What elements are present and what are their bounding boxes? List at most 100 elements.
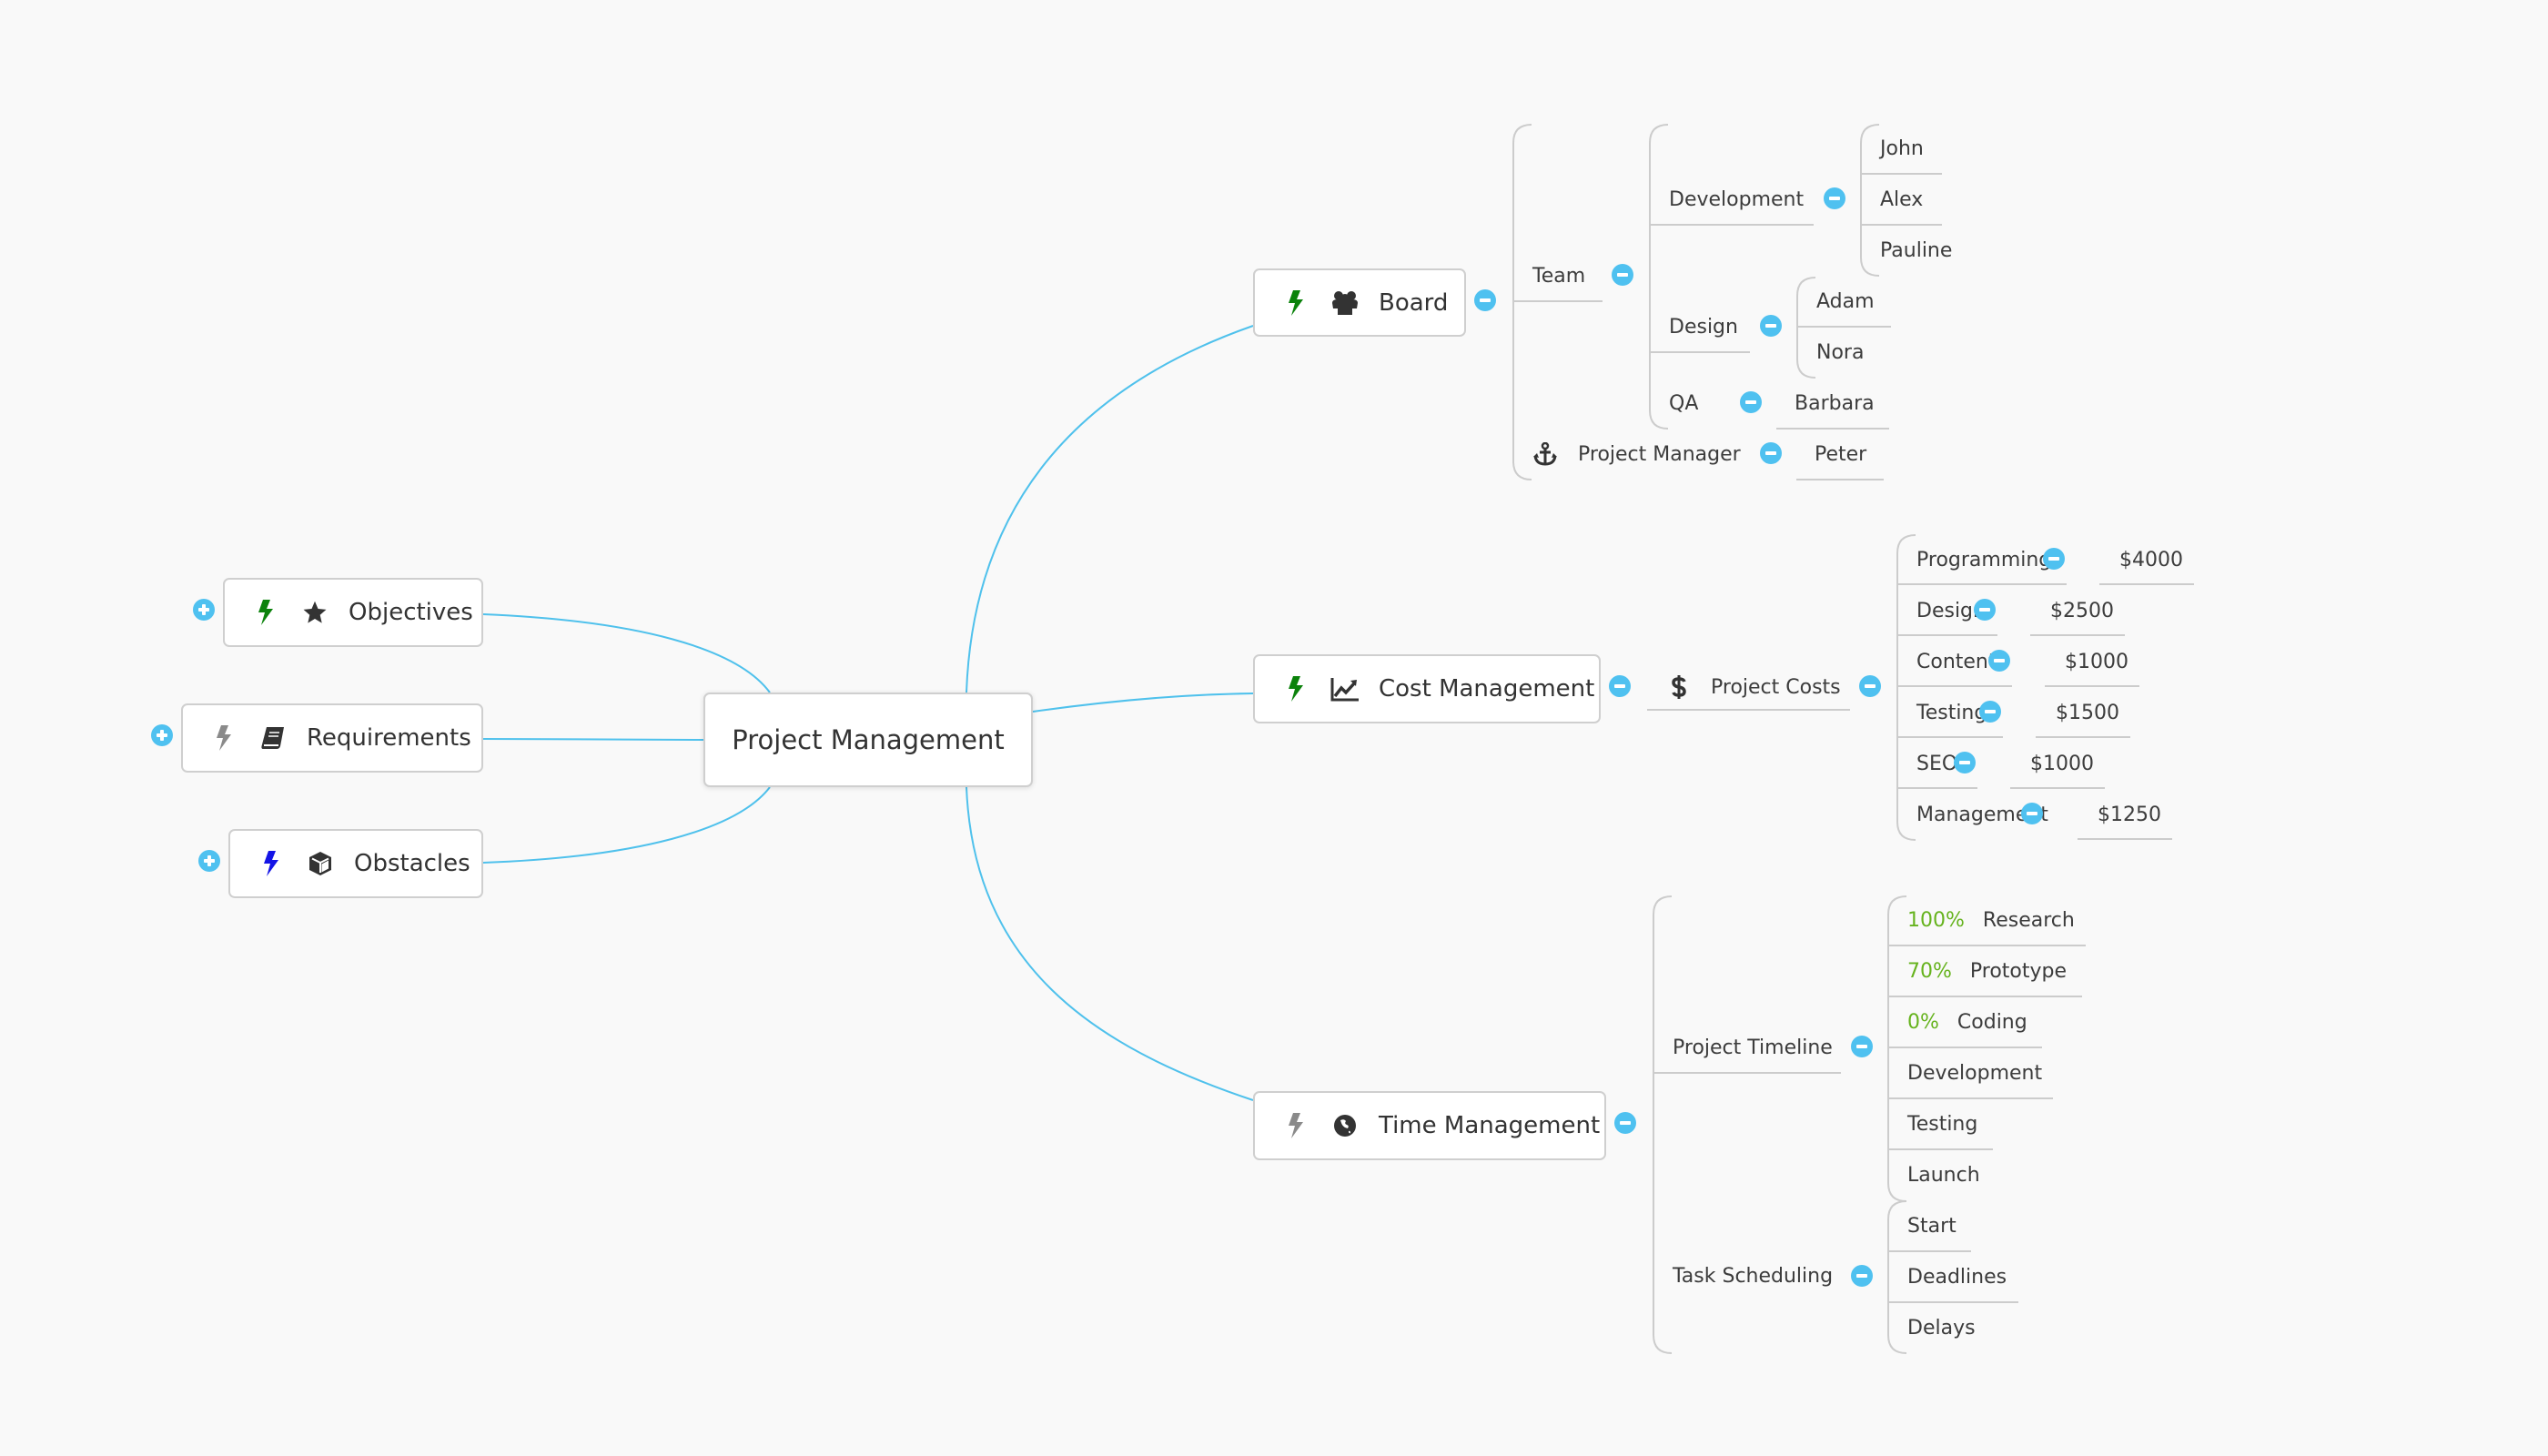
globe-icon <box>1330 1114 1360 1138</box>
collapse-project-timeline-button[interactable] <box>1851 1036 1873 1057</box>
scheduling-item[interactable]: Delays <box>1907 1319 1976 1339</box>
node-member[interactable]: Peter <box>1815 445 1866 465</box>
topic-time-management[interactable]: Time Management <box>1253 1091 1606 1160</box>
anchor-icon <box>1533 442 1557 466</box>
connector-board <box>966 325 1254 693</box>
book-icon <box>258 726 288 750</box>
topic-board[interactable]: Board <box>1253 268 1466 337</box>
node-member[interactable]: Nora <box>1816 343 1864 363</box>
timeline-item-label: Coding <box>1956 1011 2027 1034</box>
node-member[interactable]: John <box>1880 139 1924 159</box>
mind-map-canvas[interactable]: Project Management Objectives Requiremen… <box>0 0 2548 1456</box>
collapse-project-costs-button[interactable] <box>1859 675 1881 697</box>
node-project-manager[interactable]: Project Manager <box>1578 445 1741 465</box>
star-icon <box>299 600 330 625</box>
node-development[interactable]: Development <box>1669 190 1804 210</box>
timeline-item-label: Testing <box>1907 1113 1978 1136</box>
line-chart-icon <box>1330 676 1360 702</box>
bolt-icon <box>1280 676 1311 702</box>
dollar-icon <box>1671 674 1687 700</box>
expand-obstacles-button[interactable] <box>198 850 220 872</box>
topic-label: Time Management <box>1379 1112 1601 1139</box>
timeline-item-label: Launch <box>1907 1164 1980 1187</box>
bolt-icon <box>250 600 281 625</box>
topic-label: Requirements <box>307 724 471 752</box>
timeline-item[interactable]: 100% Research <box>1907 911 2075 931</box>
collapse-cost-item-button[interactable] <box>2021 803 2043 824</box>
expand-requirements-button[interactable] <box>151 724 173 746</box>
collapse-cost-item-button[interactable] <box>1974 599 1996 621</box>
cost-item-label[interactable]: Programming <box>1916 551 2051 571</box>
topic-label: Obstacles <box>354 850 470 877</box>
expand-objectives-button[interactable] <box>193 599 215 621</box>
topic-cost-management[interactable]: Cost Management <box>1253 654 1601 723</box>
progress-value: 0% <box>1907 1011 1939 1034</box>
bracket-time <box>1653 895 1673 1354</box>
node-team[interactable]: Team <box>1532 267 1585 287</box>
collapse-cost-item-button[interactable] <box>1988 650 2010 672</box>
timeline-item[interactable]: Development <box>1907 1064 2042 1084</box>
cost-item-label[interactable]: Testing <box>1916 703 1987 723</box>
node-member[interactable]: Adam <box>1816 292 1875 312</box>
node-task-scheduling[interactable]: Task Scheduling <box>1673 1267 1833 1287</box>
timeline-item-label: Research <box>1982 909 2075 932</box>
collapse-development-button[interactable] <box>1824 187 1845 209</box>
node-member[interactable]: Barbara <box>1795 394 1875 414</box>
connector-time <box>966 786 1254 1101</box>
node-member[interactable]: Pauline <box>1880 241 1952 261</box>
scheduling-item[interactable]: Start <box>1907 1217 1956 1237</box>
node-project-timeline[interactable]: Project Timeline <box>1673 1038 1833 1058</box>
progress-value: 70% <box>1907 960 1952 983</box>
bolt-icon <box>208 725 239 751</box>
timeline-item-label: Prototype <box>1969 960 2068 983</box>
timeline-item[interactable]: Testing <box>1907 1115 1977 1135</box>
scheduling-item[interactable]: Deadlines <box>1907 1268 2007 1288</box>
cost-item-value[interactable]: $1000 <box>2030 754 2094 774</box>
connector-objectives <box>482 613 771 693</box>
connector-cost <box>1032 693 1254 713</box>
cost-item-value[interactable]: $4000 <box>2119 551 2183 571</box>
collapse-cost-item-button[interactable] <box>1954 752 1976 774</box>
collapse-project-manager-button[interactable] <box>1760 442 1782 464</box>
node-design[interactable]: Design <box>1669 318 1738 338</box>
collapse-qa-button[interactable] <box>1740 391 1762 413</box>
bolt-icon <box>256 851 287 876</box>
cost-item-value[interactable]: $2500 <box>2050 602 2114 622</box>
timeline-item[interactable]: 70% Prototype <box>1907 962 2067 982</box>
collapse-design-button[interactable] <box>1760 315 1782 337</box>
progress-value: 100% <box>1907 909 1965 932</box>
timeline-item[interactable]: Launch <box>1907 1166 1980 1186</box>
collapse-task-scheduling-button[interactable] <box>1851 1265 1873 1287</box>
group-icon <box>1330 290 1360 316</box>
bolt-icon <box>1280 289 1311 316</box>
connector-requirements <box>482 738 704 741</box>
timeline-item[interactable]: 0% Coding <box>1907 1013 2027 1033</box>
bracket-development <box>1860 124 1880 277</box>
cost-item-label[interactable]: SEO <box>1916 754 1957 774</box>
topic-objectives[interactable]: Objectives <box>223 578 483 647</box>
cost-item-value[interactable]: $1500 <box>2056 703 2119 723</box>
collapse-team-button[interactable] <box>1612 264 1633 286</box>
topic-obstacles[interactable]: Obstacles <box>228 829 483 898</box>
collapse-board-button[interactable] <box>1474 289 1496 311</box>
cost-item-value[interactable]: $1250 <box>2098 805 2161 825</box>
cost-item-value[interactable]: $1000 <box>2065 652 2128 672</box>
cube-icon <box>305 851 336 876</box>
collapse-time-management-button[interactable] <box>1614 1112 1636 1134</box>
bracket-project-costs <box>1896 534 1916 841</box>
collapse-cost-item-button[interactable] <box>1979 701 2001 723</box>
bolt-icon <box>1280 1113 1311 1138</box>
root-topic[interactable]: Project Management <box>703 693 1033 787</box>
topic-requirements[interactable]: Requirements <box>181 703 483 773</box>
topic-label: Board <box>1379 288 1449 317</box>
collapse-cost-management-button[interactable] <box>1609 675 1631 697</box>
bracket-timeline <box>1887 895 1907 1202</box>
collapse-cost-item-button[interactable] <box>2043 548 2065 570</box>
topic-label: Cost Management <box>1379 675 1595 703</box>
node-qa[interactable]: QA <box>1669 394 1698 414</box>
node-member[interactable]: Alex <box>1880 190 1923 210</box>
cost-item-label[interactable]: Content <box>1916 652 1997 672</box>
connector-obstacles <box>482 786 771 864</box>
node-project-costs[interactable]: Project Costs <box>1711 678 1841 698</box>
bracket-team <box>1649 124 1669 430</box>
